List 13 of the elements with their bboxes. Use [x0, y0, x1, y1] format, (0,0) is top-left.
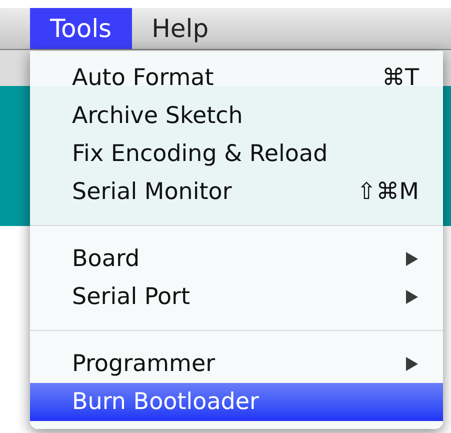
menu-item[interactable]: Serial Port	[30, 278, 443, 316]
menu-item[interactable]: Programmer	[30, 345, 443, 383]
submenu-arrow-icon	[405, 356, 419, 372]
menu-item[interactable]: Archive Sketch	[30, 97, 443, 135]
menu-item[interactable]: Fix Encoding & Reload	[30, 135, 443, 173]
menu-item[interactable]: Serial Monitor ⇧⌘M	[30, 173, 443, 211]
menu-item[interactable]: Burn Bootloader	[30, 383, 443, 421]
menu-item[interactable]: Board	[30, 240, 443, 278]
menu-bar-item[interactable]: Help	[132, 8, 229, 49]
submenu-arrow-icon	[405, 289, 419, 305]
menu-bar-item[interactable]: Tools	[30, 8, 132, 49]
submenu-arrow-icon	[405, 251, 419, 267]
menu-item[interactable]: Auto Format ⌘T	[30, 59, 443, 97]
